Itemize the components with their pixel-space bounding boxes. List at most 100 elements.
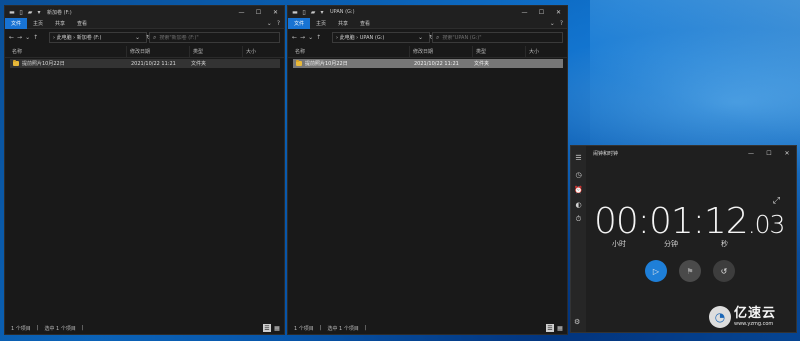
file-row-selected[interactable]: 提前照片10月22日 2021/10/22 11:21 文件夹	[293, 59, 563, 68]
file-type: 文件夹	[474, 61, 490, 67]
tab-file[interactable]: 文件	[288, 17, 311, 29]
lap-button[interactable]: ⚑	[679, 260, 701, 282]
customize-chevron-icon[interactable]: ▾	[319, 9, 325, 16]
maximize-button[interactable]: ☐	[250, 6, 267, 18]
clock-app-window: ☰ ◷ ⏰ ◐ ⏱ ⚙ 闹钟和时钟 — ☐ ✕ ⤢ 00:01:12.03 小时…	[570, 145, 797, 333]
back-arrow-icon[interactable]: ←	[292, 34, 297, 41]
world-clock-icon[interactable]: ◐	[573, 199, 584, 210]
selected-count: 选中 1 个项目	[327, 325, 359, 332]
flag-icon: ⚑	[686, 266, 694, 276]
column-header-type[interactable]: 类型	[472, 45, 486, 58]
address-bar[interactable]: › 此电脑 › UPAN (G:)	[332, 32, 430, 43]
details-view-icon[interactable]: ☰	[546, 324, 554, 332]
column-header-size[interactable]: 大小	[242, 45, 256, 58]
help-icon[interactable]: ?	[277, 20, 280, 27]
file-row[interactable]: 提前照片10月22日 2021/10/22 11:21 文件夹	[10, 59, 280, 68]
search-icon: ⌕	[436, 33, 440, 41]
tab-home[interactable]: 主页	[27, 18, 49, 29]
tab-home[interactable]: 主页	[310, 18, 332, 29]
maximize-button[interactable]: ☐	[760, 146, 778, 160]
column-header-name[interactable]: 名称	[5, 46, 22, 58]
quick-access-toolbar: ▬ ▯ ▰ ▾	[288, 9, 325, 16]
expand-ribbon-icon[interactable]: ⌄	[550, 20, 555, 27]
title-bar: ▬ ▯ ▰ ▾ UPAN (G:) — ☐ ✕	[288, 6, 567, 18]
large-icons-view-icon[interactable]: ▦	[556, 324, 564, 332]
play-icon: ▷	[652, 266, 660, 276]
forward-arrow-icon[interactable]: →	[17, 34, 22, 41]
search-input[interactable]	[442, 34, 553, 41]
tab-file[interactable]: 文件	[5, 17, 28, 29]
seconds-label: 秒	[721, 240, 728, 248]
status-divider: |	[81, 325, 84, 331]
close-button[interactable]: ✕	[778, 146, 796, 160]
stopwatch-icon[interactable]: ⏱	[573, 214, 584, 225]
address-dropdown-icon[interactable]: ⌄	[418, 34, 423, 41]
help-icon[interactable]: ?	[560, 20, 563, 27]
minimize-button[interactable]: —	[516, 6, 533, 18]
status-bar: 1 个项目 | 选中 1 个项目 | ☰ ▦	[5, 322, 284, 334]
address-bar[interactable]: › 此电脑 › 新加卷 (F:)	[49, 32, 147, 43]
watermark-brand: 亿速云	[734, 306, 777, 321]
column-header-row: 名称 修改日期 类型 大小	[5, 45, 284, 58]
watermark-logo-icon: ◔	[709, 306, 731, 328]
new-folder-icon[interactable]: ▰	[27, 9, 33, 16]
window-title: 新加卷 (F:)	[47, 9, 72, 16]
new-folder-icon[interactable]: ▰	[310, 9, 316, 16]
tab-share[interactable]: 共享	[49, 18, 71, 29]
large-icons-view-icon[interactable]: ▦	[273, 324, 281, 332]
search-box[interactable]: ⌕	[149, 32, 280, 43]
file-name: 提前照片10月22日	[22, 61, 65, 67]
file-type: 文件夹	[191, 61, 207, 67]
minimize-button[interactable]: —	[233, 6, 250, 18]
quick-access-toolbar: ▬ ▯ ▰ ▾	[5, 9, 42, 16]
tab-share[interactable]: 共享	[332, 18, 354, 29]
timer-icon[interactable]: ◷	[573, 169, 584, 180]
address-row: ← → ⌄ ↑ › 此电脑 › 新加卷 (F:) ⌄ ↻ ⌕	[5, 30, 284, 45]
recent-chevron-icon[interactable]: ⌄	[25, 34, 30, 41]
column-header-size[interactable]: 大小	[525, 45, 539, 58]
search-input[interactable]	[159, 34, 270, 41]
minutes-label: 分钟	[664, 240, 678, 248]
reset-button[interactable]: ↺	[713, 260, 735, 282]
address-path: › 此电脑 › 新加卷 (F:)	[53, 35, 102, 41]
up-arrow-icon[interactable]: ↑	[33, 34, 38, 41]
search-icon: ⌕	[153, 33, 157, 41]
column-header-type[interactable]: 类型	[189, 45, 203, 58]
details-view-icon[interactable]: ☰	[263, 324, 271, 332]
settings-icon[interactable]: ⚙	[574, 318, 580, 326]
column-header-row: 名称 修改日期 类型 大小	[288, 45, 567, 58]
status-divider: |	[364, 325, 367, 331]
up-arrow-icon[interactable]: ↑	[316, 34, 321, 41]
customize-chevron-icon[interactable]: ▾	[36, 9, 42, 16]
column-header-name[interactable]: 名称	[288, 46, 305, 58]
close-button[interactable]: ✕	[550, 6, 567, 18]
maximize-button[interactable]: ☐	[533, 6, 550, 18]
recent-chevron-icon[interactable]: ⌄	[308, 34, 313, 41]
address-dropdown-icon[interactable]: ⌄	[135, 34, 140, 41]
properties-icon[interactable]: ▯	[301, 9, 307, 16]
tab-view[interactable]: 查看	[354, 18, 376, 29]
minimize-button[interactable]: —	[742, 146, 760, 160]
file-name: 提前照片10月22日	[305, 61, 348, 67]
close-button[interactable]: ✕	[267, 6, 284, 18]
watermark: ◔ 亿速云 www.yzmg.com	[709, 306, 776, 328]
back-arrow-icon[interactable]: ←	[9, 34, 14, 41]
start-button[interactable]: ▷	[645, 260, 667, 282]
status-divider: |	[319, 325, 322, 331]
ribbon-tabs: 文件 主页 共享 查看 ⌄ ?	[288, 17, 567, 29]
ribbon-tabs: 文件 主页 共享 查看 ⌄ ?	[5, 17, 284, 29]
tab-view[interactable]: 查看	[71, 18, 93, 29]
status-bar: 1 个项目 | 选中 1 个项目 | ☰ ▦	[288, 322, 567, 334]
explorer-window-right: ▬ ▯ ▰ ▾ UPAN (G:) — ☐ ✕ 文件 主页 共享 查看 ⌄ ? …	[287, 5, 568, 335]
stopwatch-fraction: .03	[747, 210, 786, 239]
expand-ribbon-icon[interactable]: ⌄	[267, 20, 272, 27]
search-box[interactable]: ⌕	[432, 32, 563, 43]
alarm-icon[interactable]: ⏰	[573, 184, 584, 195]
status-divider: |	[36, 325, 39, 331]
properties-icon[interactable]: ▯	[18, 9, 24, 16]
forward-arrow-icon[interactable]: →	[300, 34, 305, 41]
clock-title-bar: 闹钟和时钟 — ☐ ✕	[571, 146, 796, 160]
column-header-date[interactable]: 修改日期	[409, 45, 433, 58]
column-header-date[interactable]: 修改日期	[126, 45, 150, 58]
file-date: 2021/10/22 11:21	[131, 60, 176, 67]
